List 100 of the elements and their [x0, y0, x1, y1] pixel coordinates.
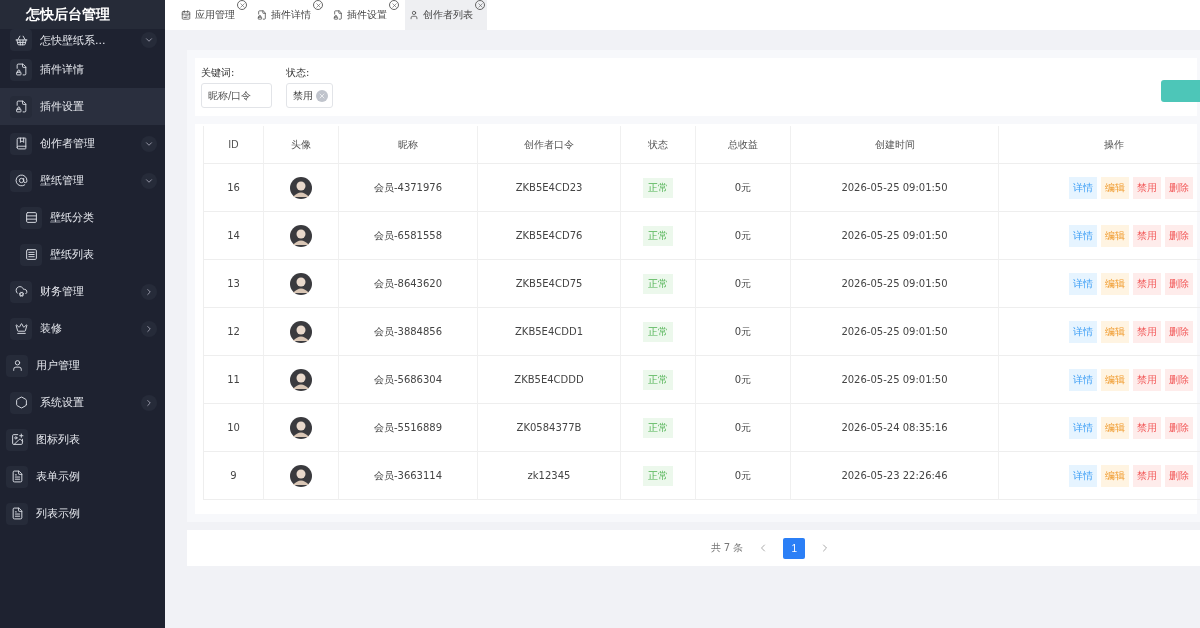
status-tag: 正常: [643, 225, 673, 246]
sidebar-item[interactable]: 表单示例: [0, 458, 165, 495]
stack-icon: [24, 211, 38, 224]
tab[interactable]: 插件详情: [253, 0, 325, 30]
tab[interactable]: 应用管理: [177, 0, 249, 30]
close-icon[interactable]: [389, 0, 399, 10]
avatar-icon: [290, 464, 312, 487]
id-cell: 13: [204, 260, 264, 308]
file-icon: [333, 10, 343, 20]
action-button[interactable]: 详情: [1069, 416, 1097, 439]
action-button[interactable]: 详情: [1069, 320, 1097, 343]
code-cell: ZKB5E4CDDD: [478, 356, 621, 404]
chevron-right-icon: [144, 286, 154, 297]
action-button[interactable]: 编辑: [1101, 224, 1129, 247]
settings-icon: [14, 396, 28, 409]
close-icon[interactable]: [313, 0, 323, 10]
income-cell: 0元: [696, 404, 791, 452]
code-cell: ZKB5E4CD75: [478, 260, 621, 308]
created-time-cell: 2026-05-25 09:01:50: [791, 356, 999, 404]
sidebar-item[interactable]: 插件详情: [0, 51, 165, 88]
sidebar-item[interactable]: 装修: [0, 310, 165, 347]
sidebar-item[interactable]: 列表示例: [0, 495, 165, 532]
action-button[interactable]: 删除: [1165, 272, 1193, 295]
created-time-cell: 2026-05-23 22:26:46: [791, 452, 999, 500]
action-button[interactable]: 编辑: [1101, 464, 1129, 487]
close-icon[interactable]: [237, 0, 247, 10]
sidebar-item[interactable]: 图标列表: [0, 421, 165, 458]
id-cell: 10: [204, 404, 264, 452]
sidebar-item[interactable]: 插件设置: [0, 88, 165, 125]
cloud-icon: [14, 285, 28, 298]
sidebar-item[interactable]: 壁纸列表: [0, 236, 165, 273]
document-icon: [10, 507, 24, 520]
user-icon: [409, 10, 419, 20]
nickname-cell: 会员-5516889: [339, 404, 478, 452]
action-button[interactable]: 删除: [1165, 368, 1193, 391]
chevron-right-icon: [144, 397, 154, 408]
tab[interactable]: 创作者列表: [405, 0, 487, 30]
column-header: 操作: [999, 126, 1200, 164]
action-button[interactable]: 删除: [1165, 224, 1193, 247]
action-button[interactable]: 删除: [1165, 176, 1193, 199]
sidebar-item[interactable]: 系统设置: [0, 384, 165, 421]
image-icon: [10, 433, 24, 446]
basket-icon: [14, 33, 28, 47]
keyword-field[interactable]: 昵称/口令: [201, 83, 272, 108]
tab[interactable]: 插件设置: [329, 0, 401, 30]
action-button[interactable]: 详情: [1069, 464, 1097, 487]
book-icon: [14, 137, 28, 150]
action-button[interactable]: 禁用: [1133, 368, 1161, 391]
id-cell: 14: [204, 212, 264, 260]
action-button[interactable]: 详情: [1069, 368, 1097, 391]
sidebar-item[interactable]: 壁纸管理: [0, 162, 165, 199]
avatar-icon: [290, 416, 312, 439]
action-button[interactable]: 禁用: [1133, 224, 1161, 247]
action-button[interactable]: 删除: [1165, 416, 1193, 439]
action-button[interactable]: 禁用: [1133, 176, 1161, 199]
id-cell: 16: [204, 164, 264, 212]
code-cell: zk12345: [478, 452, 621, 500]
nickname-cell: 会员-6581558: [339, 212, 478, 260]
sidebar-item[interactable]: 财务管理: [0, 273, 165, 310]
app-title: 怎快后台管理: [0, 0, 165, 29]
action-button[interactable]: 编辑: [1101, 416, 1129, 439]
document-icon: [10, 470, 24, 483]
nickname-cell: 会员-3663114: [339, 452, 478, 500]
sidebar-item[interactable]: 用户管理: [0, 347, 165, 384]
created-time-cell: 2026-05-25 09:01:50: [791, 308, 999, 356]
action-button[interactable]: 禁用: [1133, 320, 1161, 343]
avatar-icon: [290, 224, 312, 247]
nickname-cell: 会员-4371976: [339, 164, 478, 212]
action-button[interactable]: 详情: [1069, 224, 1097, 247]
action-button[interactable]: 删除: [1165, 464, 1193, 487]
action-button[interactable]: 编辑: [1101, 272, 1129, 295]
crown-icon: [14, 322, 28, 335]
id-cell: 12: [204, 308, 264, 356]
calendar-icon: [181, 10, 191, 20]
nickname-cell: 会员-5686304: [339, 356, 478, 404]
action-button[interactable]: 编辑: [1101, 320, 1129, 343]
action-button[interactable]: 编辑: [1101, 368, 1129, 391]
nickname-cell: 会员-8643620: [339, 260, 478, 308]
page-button[interactable]: 1: [783, 537, 806, 559]
action-button[interactable]: 禁用: [1133, 272, 1161, 295]
action-button[interactable]: 编辑: [1101, 176, 1129, 199]
action-button[interactable]: 禁用: [1133, 416, 1161, 439]
created-time-cell: 2026-05-25 09:01:50: [791, 260, 999, 308]
avatar-icon: [290, 272, 312, 295]
avatar-icon: [290, 320, 312, 343]
code-cell: ZKB5E4CD23: [478, 164, 621, 212]
sidebar-item[interactable]: 壁纸分类: [0, 199, 165, 236]
sidebar-item[interactable]: 创作者管理: [0, 125, 165, 162]
status-tag: 正常: [643, 273, 673, 294]
status-tag: 正常: [643, 369, 673, 390]
action-button[interactable]: 详情: [1069, 176, 1097, 199]
income-cell: 0元: [696, 212, 791, 260]
action-button[interactable]: 删除: [1165, 320, 1193, 343]
action-button[interactable]: 详情: [1069, 272, 1097, 295]
action-button[interactable]: 禁用: [1133, 464, 1161, 487]
sidebar-item[interactable]: 怎快壁纸系...: [0, 29, 165, 51]
at-sign-icon: [14, 174, 28, 187]
column-header: 头像: [264, 126, 339, 164]
status-select[interactable]: 禁用: [286, 83, 333, 108]
close-icon[interactable]: [475, 0, 485, 10]
